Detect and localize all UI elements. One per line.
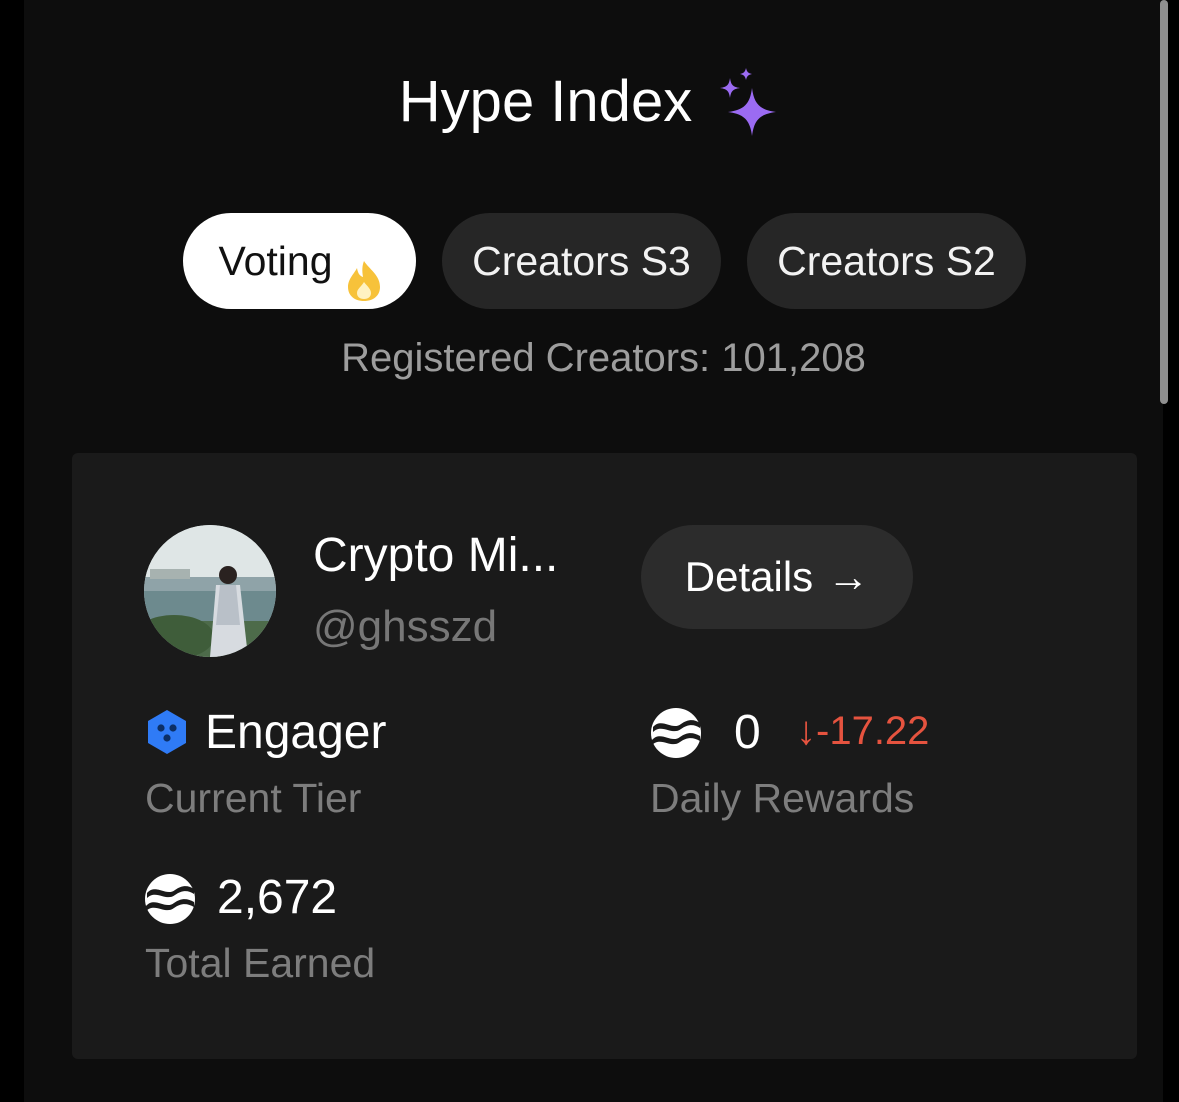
change-value: -17.22 (816, 709, 930, 753)
registered-creators-count: Registered Creators: 101,208 (341, 336, 866, 380)
tab-creators-s2[interactable]: Creators S2 (747, 213, 1026, 309)
tab-label: Creators S2 (777, 238, 996, 284)
tab-label: Voting (218, 238, 333, 284)
total-earned-label: Total Earned (145, 940, 376, 986)
creator-card: Crypto Mi... @ghsszd Details → Engager Cu… (72, 453, 1137, 1059)
token-icon (144, 873, 196, 925)
page-title: Hype Index (398, 69, 693, 134)
sparkles-icon (718, 68, 780, 136)
details-label: Details (684, 553, 814, 600)
avatar[interactable] (144, 525, 276, 657)
tab-label: Creators S3 (472, 238, 691, 284)
token-icon (650, 707, 702, 759)
header: Hype Index (0, 60, 1179, 150)
tab-creators-s3[interactable]: Creators S3 (442, 213, 721, 309)
total-earned-value: 2,672 (217, 871, 338, 924)
daily-rewards-change: ↓-17.22 (796, 705, 929, 757)
tab-voting[interactable]: Voting (183, 213, 416, 309)
flame-icon (347, 240, 381, 302)
daily-rewards-value: 0 (734, 706, 761, 759)
arrow-right-icon: → (827, 553, 870, 600)
tier-hexagon-icon (146, 709, 188, 755)
arrow-down-icon: ↓ (796, 709, 816, 753)
details-button[interactable]: Details → (641, 525, 913, 629)
daily-rewards-label: Daily Rewards (650, 775, 915, 821)
creator-name: Crypto Mi... (313, 529, 559, 582)
tier-value: Engager (205, 706, 387, 759)
tier-label: Current Tier (145, 775, 362, 821)
creator-handle: @ghsszd (313, 602, 498, 651)
